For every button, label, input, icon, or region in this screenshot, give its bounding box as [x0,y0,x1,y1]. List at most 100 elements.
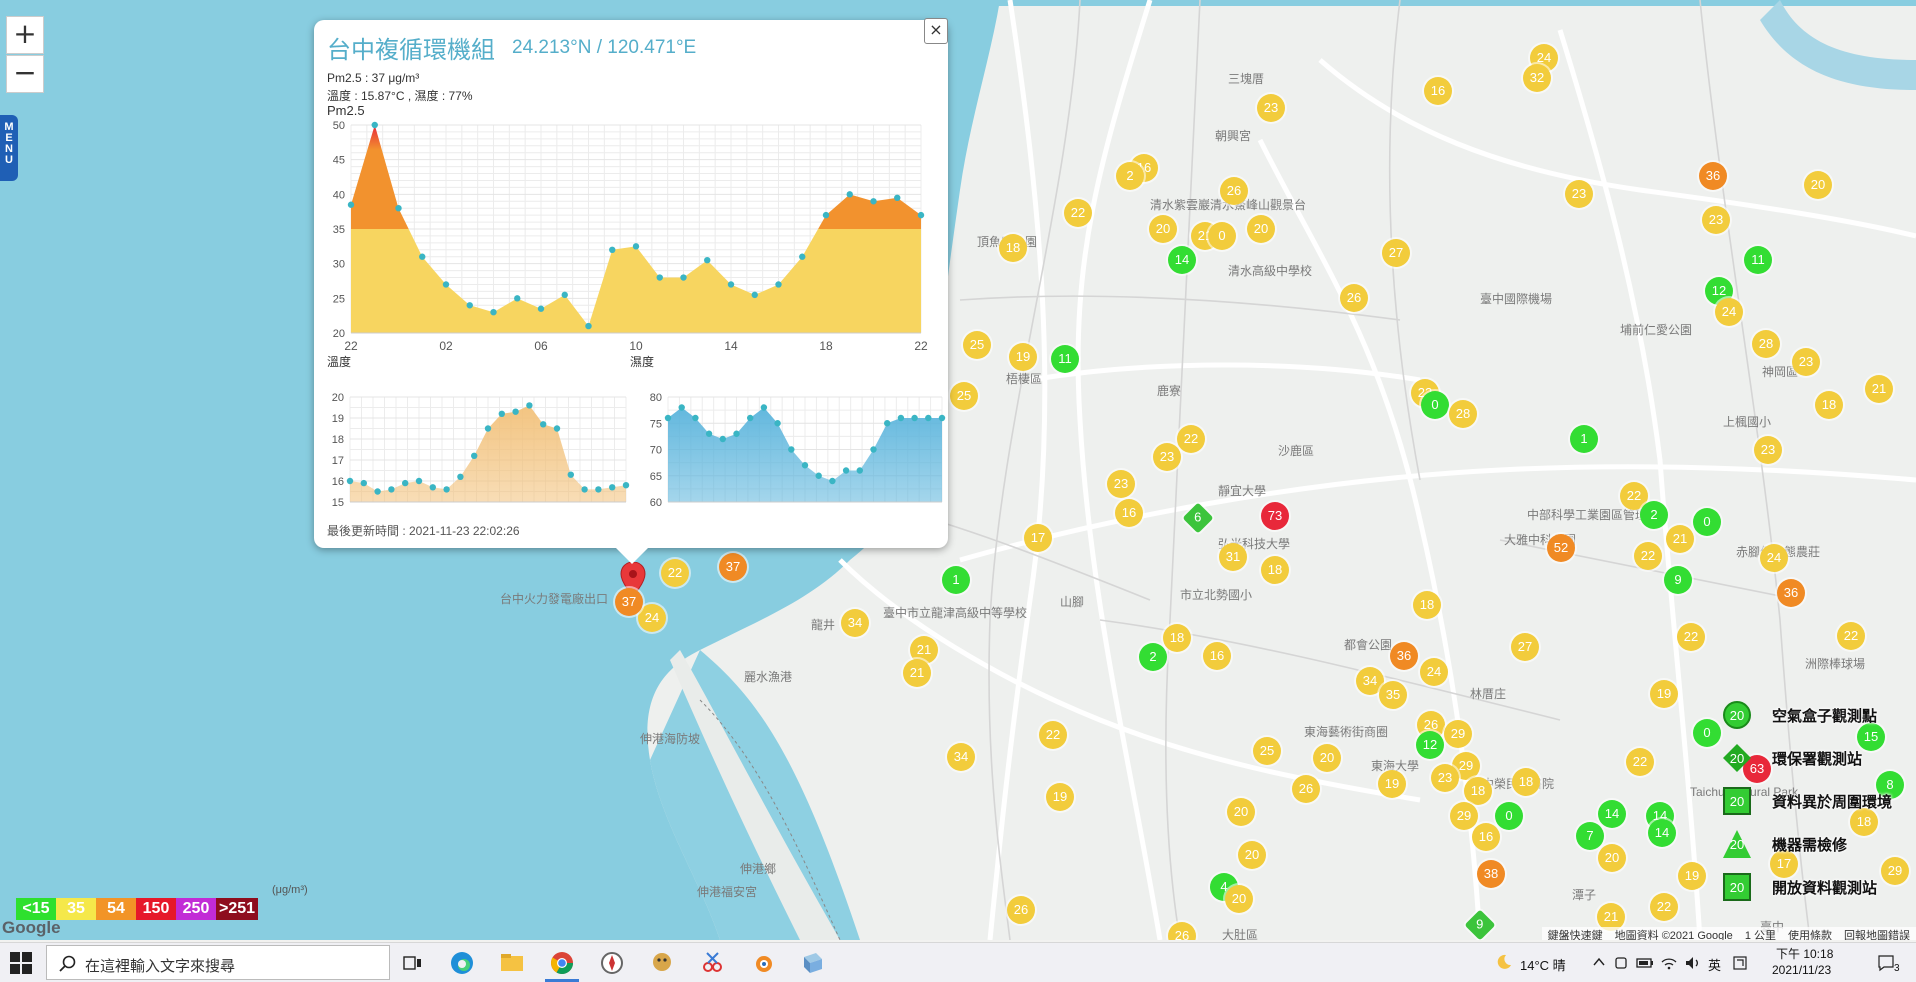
sensor-marker[interactable]: 29 [1450,802,1478,830]
blender-icon[interactable] [746,947,778,979]
sensor-marker[interactable]: 18 [1163,624,1191,652]
sensor-marker[interactable]: 21 [1666,525,1694,553]
sensor-marker[interactable]: 20 [1804,171,1832,199]
sensor-marker[interactable]: 19 [1678,862,1706,890]
sensor-marker[interactable]: 25 [950,382,978,410]
sensor-marker[interactable]: 18 [1413,591,1441,619]
sensor-marker[interactable]: 38 [1477,860,1505,888]
sensor-marker[interactable]: 26 [1292,775,1320,803]
clock-time[interactable]: 下午 10:18 [1776,945,1833,962]
sensor-marker[interactable]: 23 [1257,94,1285,122]
sensor-marker[interactable]: 2 [1139,643,1167,671]
sensor-marker[interactable]: 14 [1598,800,1626,828]
sensor-marker[interactable]: 0 [1421,391,1449,419]
sensor-marker[interactable]: 28 [1752,330,1780,358]
clock-date[interactable]: 2021/11/23 [1772,963,1831,977]
snipping-tool-icon[interactable] [696,947,728,979]
sensor-marker[interactable]: 23 [1107,470,1135,498]
sensor-marker[interactable]: 32 [1523,64,1551,92]
sensor-marker[interactable]: 22 [1039,721,1067,749]
sensor-marker[interactable]: 2 [1116,162,1144,190]
sensor-marker[interactable]: 23 [1754,436,1782,464]
sensor-marker[interactable]: 22 [1177,425,1205,453]
sensor-marker[interactable]: 18 [1815,391,1843,419]
sensor-marker[interactable]: 20 [1598,844,1626,872]
sensor-marker[interactable]: 18 [1464,777,1492,805]
sensor-marker[interactable]: 27 [1382,239,1410,267]
sensor-marker[interactable]: 20 [1247,215,1275,243]
volume-icon[interactable] [1684,955,1702,971]
sensor-marker[interactable]: 19 [1046,783,1074,811]
sensor-marker[interactable]: 16 [1203,642,1231,670]
sensor-marker[interactable]: 22 [1626,748,1654,776]
sensor-marker[interactable]: 11 [1051,345,1079,373]
sensor-marker[interactable]: 22 [1677,623,1705,651]
sensor-marker[interactable]: 36 [1699,162,1727,190]
sensor-marker[interactable]: 7 [1576,822,1604,850]
sensor-marker[interactable]: 11 [1744,246,1772,274]
sensor-marker[interactable]: 20 [1225,885,1253,913]
sensor-marker[interactable]: 22 [1634,542,1662,570]
sensor-marker[interactable]: 34 [947,743,975,771]
sensor-marker[interactable]: 16 [1472,823,1500,851]
sensor-marker[interactable]: 0 [1693,508,1721,536]
sensor-marker[interactable]: 20 [1238,841,1266,869]
edge-icon[interactable] [446,947,478,979]
chrome-icon[interactable] [546,947,578,979]
sensor-marker[interactable]: 37 [719,553,747,581]
selected-station-marker[interactable]: 37 [615,588,643,616]
windows-start-icon[interactable] [10,952,32,974]
sensor-marker[interactable]: 16 [1115,499,1143,527]
ime-indicator[interactable]: 英 [1708,955,1721,974]
sensor-marker[interactable]: 14 [1648,819,1676,847]
character-app-icon[interactable] [646,947,678,979]
task-view-icon[interactable] [396,947,428,979]
close-button[interactable]: × [924,18,948,44]
sensor-marker[interactable]: 35 [1379,681,1407,709]
sensor-marker[interactable]: 0 [1495,802,1523,830]
zoom-in-button[interactable]: + [6,16,44,54]
sensor-marker[interactable]: 36 [1390,642,1418,670]
sensor-marker[interactable]: 23 [1702,206,1730,234]
sensor-marker[interactable]: 23 [1565,180,1593,208]
sensor-marker[interactable]: 34 [841,609,869,637]
sensor-marker[interactable]: 23 [1792,348,1820,376]
sensor-marker[interactable]: 52 [1547,534,1575,562]
notification-center-icon[interactable] [1876,953,1896,973]
chevron-up-icon[interactable] [1592,956,1606,968]
sensor-marker[interactable]: 36 [1777,579,1805,607]
file-explorer-icon[interactable] [496,947,528,979]
taskbar-search-box[interactable]: 在這裡輸入文字來搜尋 [46,945,390,980]
sensor-marker[interactable]: 25 [1253,737,1281,765]
sensor-marker[interactable]: 22 [1837,622,1865,650]
sensor-marker[interactable]: 28 [1449,400,1477,428]
sensor-marker[interactable]: 18 [1261,556,1289,584]
sensor-marker[interactable]: 25 [963,331,991,359]
sensor-marker[interactable]: 19 [1009,343,1037,371]
sensor-marker[interactable]: 22 [1650,893,1678,921]
meet-now-icon[interactable] [1614,955,1630,971]
sensor-marker[interactable]: 20 [1149,215,1177,243]
sensor-marker[interactable]: 0 [1208,222,1236,250]
sensor-marker[interactable]: 73 [1261,502,1289,530]
ime-mode-icon[interactable] [1732,955,1748,971]
sensor-marker[interactable]: 19 [1650,680,1678,708]
sensor-marker[interactable]: 27 [1511,633,1539,661]
zoom-out-button[interactable]: − [6,55,44,93]
sensor-marker[interactable]: 26 [1340,284,1368,312]
sensor-marker[interactable]: 19 [1378,770,1406,798]
menu-tab[interactable]: MENU [0,115,18,181]
sensor-marker[interactable]: 24 [1715,298,1743,326]
sensor-marker[interactable]: 2 [1640,501,1668,529]
sensor-marker[interactable]: 20 [1313,744,1341,772]
sensor-marker[interactable]: 23 [1153,443,1181,471]
sensor-marker[interactable]: 17 [1024,524,1052,552]
sensor-marker[interactable]: 1 [942,566,970,594]
sensor-marker[interactable]: 18 [999,234,1027,262]
sensor-marker[interactable]: 18 [1512,768,1540,796]
wifi-icon[interactable] [1660,955,1678,971]
sensor-marker[interactable]: 31 [1219,543,1247,571]
sensor-marker[interactable]: 21 [903,659,931,687]
sensor-marker[interactable]: 23 [1431,764,1459,792]
sensor-marker[interactable]: 16 [1424,77,1452,105]
